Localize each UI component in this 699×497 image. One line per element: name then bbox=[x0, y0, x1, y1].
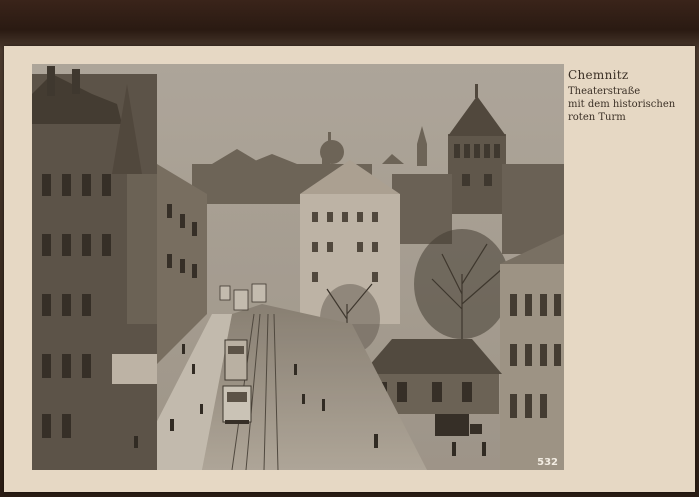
street-photograph: 532 bbox=[32, 64, 564, 470]
postcard: 532 Chemnitz Theaterstraße mit dem histo… bbox=[4, 46, 695, 492]
postcard-caption: Chemnitz Theaterstraße mit dem historisc… bbox=[568, 68, 694, 124]
caption-title: Chemnitz bbox=[568, 68, 629, 82]
caption-line-tower: roten Turm bbox=[568, 112, 626, 123]
caption-line-street: Theaterstraße bbox=[568, 86, 641, 97]
sepia-tint bbox=[32, 64, 564, 470]
street-scene bbox=[32, 64, 564, 470]
caption-line-with: mit dem historischen bbox=[568, 99, 676, 110]
photo-number: 532 bbox=[537, 457, 558, 468]
